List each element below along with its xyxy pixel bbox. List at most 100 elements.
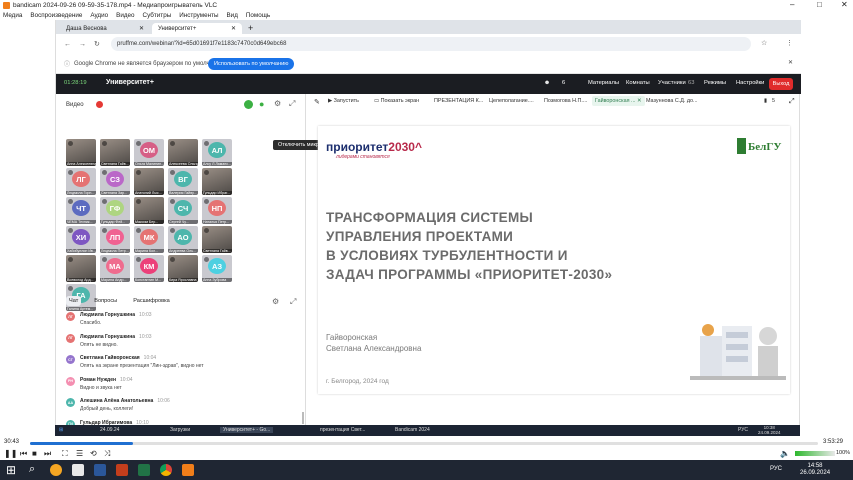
task-folder[interactable]: 24.09.24	[100, 427, 119, 433]
material-tab[interactable]: Целеполагание....	[489, 98, 534, 104]
exit-button[interactable]: Выход	[769, 78, 793, 90]
launch-button[interactable]: ▶ Запустить	[328, 98, 359, 104]
vlc-icon[interactable]	[182, 464, 194, 476]
chat-expand-icon[interactable]: ⤢	[290, 297, 296, 307]
materials-button[interactable]: Материалы	[588, 80, 619, 86]
seek-slider[interactable]	[30, 442, 818, 445]
bookmark-icon[interactable]: ▮	[764, 98, 767, 104]
reload-icon[interactable]: ↻	[94, 40, 100, 48]
participant-tile[interactable]: Всеволод Ард...	[66, 255, 96, 282]
material-tab-active[interactable]: Гайворонская ... ✕	[592, 96, 645, 106]
material-tab[interactable]: Мазуннова С.Д. до...	[646, 98, 698, 104]
participant-tile[interactable]: МА Марина Андр...	[100, 255, 130, 282]
participant-tile[interactable]: МК Марина Кол...	[134, 226, 164, 253]
menu-tools[interactable]: Инструменты	[179, 12, 218, 19]
participant-tile[interactable]: СЗ Светлана Зар...	[100, 168, 130, 195]
participant-tile[interactable]: ЧТ ЧЕМА Техник...	[66, 197, 96, 224]
close-infobar-icon[interactable]: ✕	[788, 59, 793, 66]
gear-icon[interactable]: ⚙	[274, 99, 281, 108]
set-default-button[interactable]: Использовать по умолчанию	[208, 58, 295, 70]
participant-tile[interactable]: АО Андреева Оль...	[168, 226, 198, 253]
fullscreen-icon[interactable]: ⛶	[62, 449, 68, 459]
word-icon[interactable]	[94, 464, 106, 476]
participant-tile[interactable]: Максим Бер...	[134, 197, 164, 224]
rooms-button[interactable]: Комнаты	[626, 80, 650, 86]
chat-scrollbar[interactable]	[302, 412, 304, 424]
menu-video[interactable]: Видео	[116, 12, 134, 19]
back-icon[interactable]: ←	[64, 41, 71, 48]
settings-button[interactable]: Настройки	[736, 80, 764, 86]
pen-icon[interactable]: ✎	[314, 98, 320, 106]
menu-help[interactable]: Помощь	[246, 12, 270, 19]
participants-button[interactable]: Участники	[658, 80, 686, 86]
participant-tile[interactable]: АЗ Анна Зуброва	[202, 255, 232, 282]
task-bandicam[interactable]: Bandicam 2024	[395, 427, 430, 433]
share-screen-button[interactable]: ▭ Показать экран	[374, 98, 419, 104]
tab-transcript[interactable]: Расшифровка	[130, 296, 173, 306]
stop-icon[interactable]: ■	[32, 449, 37, 458]
record-indicator-icon[interactable]	[96, 101, 103, 108]
windows-start-icon[interactable]: ⊞	[6, 463, 16, 477]
close-icon[interactable]: ✕	[139, 25, 144, 32]
language-indicator[interactable]: РУС	[770, 466, 782, 472]
menu-subtitles[interactable]: Субтитры	[143, 12, 172, 19]
volume-slider[interactable]	[795, 451, 835, 456]
participant-tile[interactable]: ЛГ Людмила Горн...	[66, 168, 96, 195]
participant-tile[interactable]: Алексеева Ольга...	[168, 139, 198, 166]
tab-university[interactable]: Университет+ ✕	[152, 23, 242, 34]
participant-tile[interactable]: ВГ Валерия Гайву...	[168, 168, 198, 195]
playlist-icon[interactable]: ☰	[76, 449, 83, 458]
emoji-icon[interactable]: ☻	[544, 80, 550, 86]
acrobat-icon[interactable]	[72, 464, 84, 476]
participant-tile[interactable]: Анатолий Лыс...	[134, 168, 164, 195]
url-field[interactable]: pruffme.com/webinar/?id=65d01691f7e1183c…	[111, 37, 751, 51]
previous-icon[interactable]: ⏮	[20, 449, 27, 459]
next-icon[interactable]: ⏭	[44, 449, 51, 459]
material-tab[interactable]: Позмогова Н.П....	[544, 98, 587, 104]
volume-icon[interactable]: 🔈	[780, 449, 790, 458]
language-indicator[interactable]: РУС	[738, 427, 748, 433]
task-chrome[interactable]: Университет+ - Go...	[220, 427, 274, 433]
tab-dasha[interactable]: Даша Веснова ✕	[60, 23, 150, 34]
menu-view[interactable]: Вид	[226, 12, 237, 19]
yandex-browser-icon[interactable]	[50, 464, 62, 476]
close-icon[interactable]: ✕	[841, 0, 848, 10]
new-tab-icon[interactable]: +	[244, 23, 257, 34]
participant-tile[interactable]: НП Наталья Петр...	[202, 197, 232, 224]
windows-start-icon[interactable]: ⊞	[59, 427, 63, 433]
participant-tile[interactable]: ХИ Хабибуллин Ив...	[66, 226, 96, 253]
participant-tile[interactable]: ЛП Людмила Петр...	[100, 226, 130, 253]
fullscreen-icon[interactable]: ⤢	[789, 98, 795, 106]
participant-tile[interactable]: СЧ Сергей Чу...	[168, 197, 198, 224]
excel-icon[interactable]	[138, 464, 150, 476]
participant-tile[interactable]: ОМ Ольга Малинин...	[134, 139, 164, 166]
modes-button[interactable]: Режимы	[704, 80, 726, 86]
tab-questions[interactable]: Вопросы	[91, 296, 120, 306]
powerpoint-icon[interactable]	[116, 464, 128, 476]
participant-tile[interactable]: Анна Алексеевна	[66, 139, 96, 166]
chrome-icon[interactable]	[160, 464, 172, 476]
camera-icon[interactable]	[244, 100, 253, 109]
participant-tile[interactable]: ГФ Гульдар Фей...	[100, 197, 130, 224]
participant-tile[interactable]: Светлана Гайв...	[100, 139, 130, 166]
tab-chat[interactable]: Чат	[66, 296, 82, 306]
participant-tile[interactable]: АЛ Алсу Л.Ламанс...	[202, 139, 232, 166]
pause-icon[interactable]: ❚❚	[4, 449, 17, 458]
task-presentation[interactable]: презентация Свет...	[320, 427, 365, 433]
menu-media[interactable]: Медиа	[3, 12, 22, 19]
shuffle-icon[interactable]: ⤨	[104, 449, 110, 459]
close-icon[interactable]: ✕	[231, 25, 236, 32]
search-icon[interactable]: ⌕	[29, 463, 35, 476]
loop-icon[interactable]: ⟲	[90, 449, 97, 458]
participant-tile[interactable]: КМ Константин М...	[134, 255, 164, 282]
chat-gear-icon[interactable]: ⚙	[272, 297, 279, 306]
bookmark-star-icon[interactable]: ☆	[761, 39, 767, 47]
menu-playback[interactable]: Воспроизведение	[30, 12, 82, 19]
menu-audio[interactable]: Аудио	[90, 12, 108, 19]
participant-tile[interactable]: Гульдар Ибраг...	[202, 168, 232, 195]
close-icon[interactable]: ✕	[637, 98, 642, 104]
participant-tile[interactable]: Кира Ярославна	[168, 255, 198, 282]
material-tab[interactable]: ПРЕЗЕНТАЦИЯ К...	[434, 98, 483, 104]
minimize-icon[interactable]: –	[790, 0, 794, 10]
expand-icon[interactable]: ⤢	[289, 99, 295, 109]
